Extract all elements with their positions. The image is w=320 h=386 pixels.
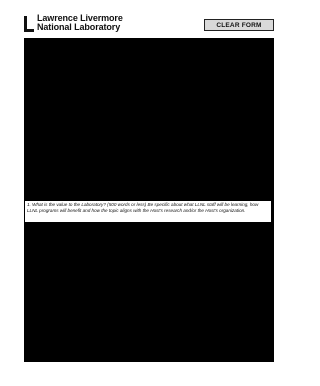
- form-fields-area[interactable]: [24, 38, 274, 362]
- logo-mark-horizontal: [24, 29, 34, 32]
- form-page: Lawrence Livermore National Laboratory C…: [0, 0, 298, 386]
- page-header: Lawrence Livermore National Laboratory C…: [24, 14, 274, 38]
- logo-line-2: National Laboratory: [37, 22, 121, 32]
- logo-mark-icon: [24, 16, 34, 32]
- llnl-logo: Lawrence Livermore National Laboratory: [24, 14, 123, 32]
- question-1-text: 1. What is the value to the Laboratory? …: [25, 201, 271, 222]
- logo-text: Lawrence Livermore National Laboratory: [37, 14, 123, 32]
- clear-form-button[interactable]: CLEAR FORM: [204, 19, 274, 31]
